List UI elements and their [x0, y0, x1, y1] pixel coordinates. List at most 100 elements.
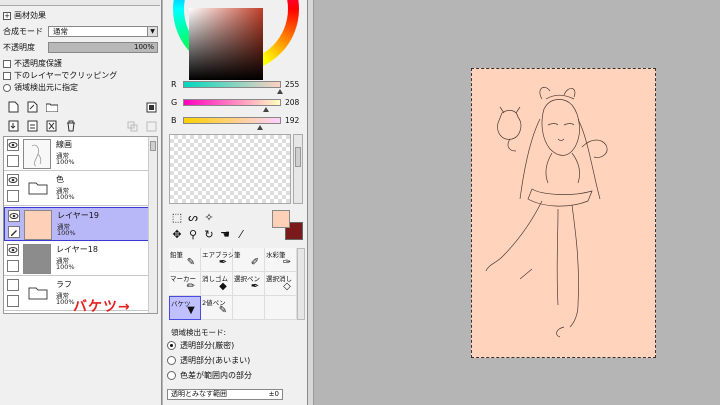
new-folder-icon[interactable] — [45, 101, 58, 114]
preserve-opacity-checkbox[interactable]: 不透明度保護 — [3, 58, 62, 70]
section-header[interactable]: + 画材効果 — [3, 10, 46, 21]
layer-settings-icon[interactable] — [145, 101, 158, 114]
tool-empty-slot[interactable] — [265, 296, 297, 320]
r-label: R — [171, 80, 177, 89]
layer-name: レイヤー18 — [56, 245, 98, 254]
layer-name: レイヤー19 — [57, 211, 99, 220]
layer-list: 線画 通常 100% 色 通常 100% レイヤー19 通常 100% レイヤー… — [3, 136, 158, 314]
selection-source-radio[interactable]: 領域検出元に指定 — [3, 82, 78, 94]
folder-icon — [28, 182, 48, 195]
lock-toggle[interactable] — [7, 155, 19, 167]
layer-thumbnail — [23, 139, 51, 169]
lock-toggle[interactable] — [7, 190, 19, 202]
tool-brush[interactable]: 筆 ✐ — [233, 248, 265, 272]
foreground-color-swatch[interactable] — [272, 210, 290, 228]
g-label: G — [171, 98, 178, 107]
r-slider-handle[interactable] — [277, 89, 283, 94]
tool-select-erase[interactable]: 選択消し ◇ — [265, 272, 297, 296]
zoom-icon[interactable]: ⚲ — [187, 229, 199, 241]
eye-icon[interactable] — [8, 210, 20, 222]
saturation-value-box[interactable] — [189, 8, 263, 80]
tool-select-pen[interactable]: 選択ペン ✒ — [233, 272, 265, 296]
new-layer-icon[interactable] — [7, 101, 20, 114]
r-value: 255 — [285, 80, 300, 89]
rotate-icon[interactable]: ↻ — [203, 229, 215, 241]
layer-row-lineart[interactable]: 線画 通常 100% — [4, 137, 149, 171]
tolerance-slider[interactable]: 透明とみなす範囲 ±0 — [167, 389, 283, 400]
lasso-icon[interactable]: ᔕ — [187, 212, 199, 224]
tool-eraser[interactable]: 消しゴム ◆ — [201, 272, 233, 296]
tool-grid: 鉛筆 ✎ エアブラシ ✒ 筆 ✐ 水彩筆 ✑ マーカー ✏ 消しゴム ◆ 選択ペン ✒ 選択消… — [169, 248, 297, 320]
top-slider-fragment[interactable] — [0, 0, 160, 6]
layer-name: ラフ — [56, 280, 72, 289]
layer-scrollbar[interactable] — [148, 137, 157, 313]
blend-mode-select[interactable]: 通常 ▼ — [48, 26, 158, 37]
airbrush-icon: ✒ — [218, 257, 228, 268]
color-tool-panel: R 255 G 208 B 192 ⬚ ᔕ ✧ ✥ ⚲ ↻ ☚ ⁄ 鉛筆 ✎ エア… — [163, 0, 308, 405]
pencil-icon[interactable] — [8, 226, 20, 238]
eraser-icon: ◆ — [219, 281, 227, 292]
detection-option-color-range[interactable]: 色差が範囲内の部分 — [167, 370, 252, 381]
tool-empty-slot[interactable] — [233, 296, 265, 320]
paste-disabled-icon — [145, 120, 158, 133]
eye-icon[interactable] — [7, 139, 19, 151]
trash-icon[interactable] — [64, 120, 77, 133]
lock-toggle[interactable] — [7, 295, 19, 307]
layer-row-color-folder[interactable]: 色 通常 100% — [4, 172, 149, 206]
g-slider-handle[interactable] — [263, 107, 269, 112]
g-slider[interactable] — [183, 99, 281, 106]
r-slider[interactable] — [183, 81, 281, 88]
panel-splitter[interactable] — [308, 0, 314, 405]
layer-opacity: 100% — [56, 193, 75, 201]
detection-option-strict[interactable]: 透明部分(厳密) — [167, 340, 234, 351]
blend-mode-label: 合成モード — [3, 27, 43, 36]
b-slider[interactable] — [183, 117, 281, 124]
visibility-toggle[interactable] — [7, 279, 19, 291]
merge-down-icon[interactable] — [26, 120, 39, 133]
tool-grid-scrollbar[interactable] — [297, 248, 305, 320]
rect-select-icon[interactable]: ⬚ — [171, 212, 183, 224]
chevron-down-icon[interactable]: ▼ — [147, 27, 157, 36]
layer-toolbar-top — [3, 98, 158, 116]
swatch-palette[interactable] — [169, 134, 291, 204]
tool-bucket[interactable]: バケツ ▼ — [169, 296, 201, 320]
transfer-down-icon[interactable] — [7, 120, 20, 133]
eyedropper-icon[interactable]: ⁄ — [235, 229, 247, 241]
move-icon[interactable]: ✥ — [171, 229, 183, 241]
layer-name: 線画 — [56, 140, 72, 149]
tool-watercolor[interactable]: 水彩筆 ✑ — [265, 248, 297, 272]
detection-option-fuzzy[interactable]: 透明部分(あいまい) — [167, 355, 250, 366]
copy-disabled-icon — [126, 120, 139, 133]
opacity-slider[interactable]: 100% — [48, 42, 158, 53]
brush-icon: ✐ — [250, 257, 260, 268]
opacity-label: 不透明度 — [3, 43, 35, 52]
eye-icon[interactable] — [7, 174, 19, 186]
canvas-area[interactable] — [315, 0, 720, 405]
layer-opacity: 100% — [56, 298, 75, 306]
watercolor-icon: ✑ — [282, 257, 292, 268]
hand-icon[interactable]: ☚ — [219, 229, 231, 241]
tool-binary-pen[interactable]: 2値ペン ✎ — [201, 296, 233, 320]
detection-mode-title: 領域検出モード: — [171, 328, 227, 337]
magic-wand-icon[interactable]: ✧ — [203, 212, 215, 224]
section-title: 画材効果 — [14, 11, 46, 20]
binary-pen-icon: ✎ — [218, 305, 228, 316]
tool-marker[interactable]: マーカー ✏ — [169, 272, 201, 296]
eye-icon[interactable] — [7, 244, 19, 256]
expand-icon[interactable]: + — [3, 11, 11, 20]
layer-row-19[interactable]: レイヤー19 通常 100% — [4, 207, 149, 241]
layer-row-18[interactable]: レイヤー18 通常 100% — [4, 242, 149, 276]
canvas-paper[interactable] — [471, 68, 656, 358]
tool-airbrush[interactable]: エアブラシ ✒ — [201, 248, 234, 272]
tool-pencil[interactable]: 鉛筆 ✎ — [169, 248, 201, 272]
clip-lower-checkbox[interactable]: 下のレイヤーでクリッピング — [3, 70, 117, 82]
b-slider-handle[interactable] — [257, 125, 263, 130]
clear-layer-icon[interactable] — [45, 120, 58, 133]
layer-toolbar-bottom — [3, 117, 158, 135]
palette-scrollbar[interactable] — [293, 134, 303, 204]
new-linework-layer-icon[interactable] — [26, 101, 39, 114]
b-value: 192 — [285, 116, 300, 125]
lock-toggle[interactable] — [7, 260, 19, 272]
layer-opacity: 100% — [57, 229, 76, 237]
layer-name: 色 — [56, 175, 64, 184]
